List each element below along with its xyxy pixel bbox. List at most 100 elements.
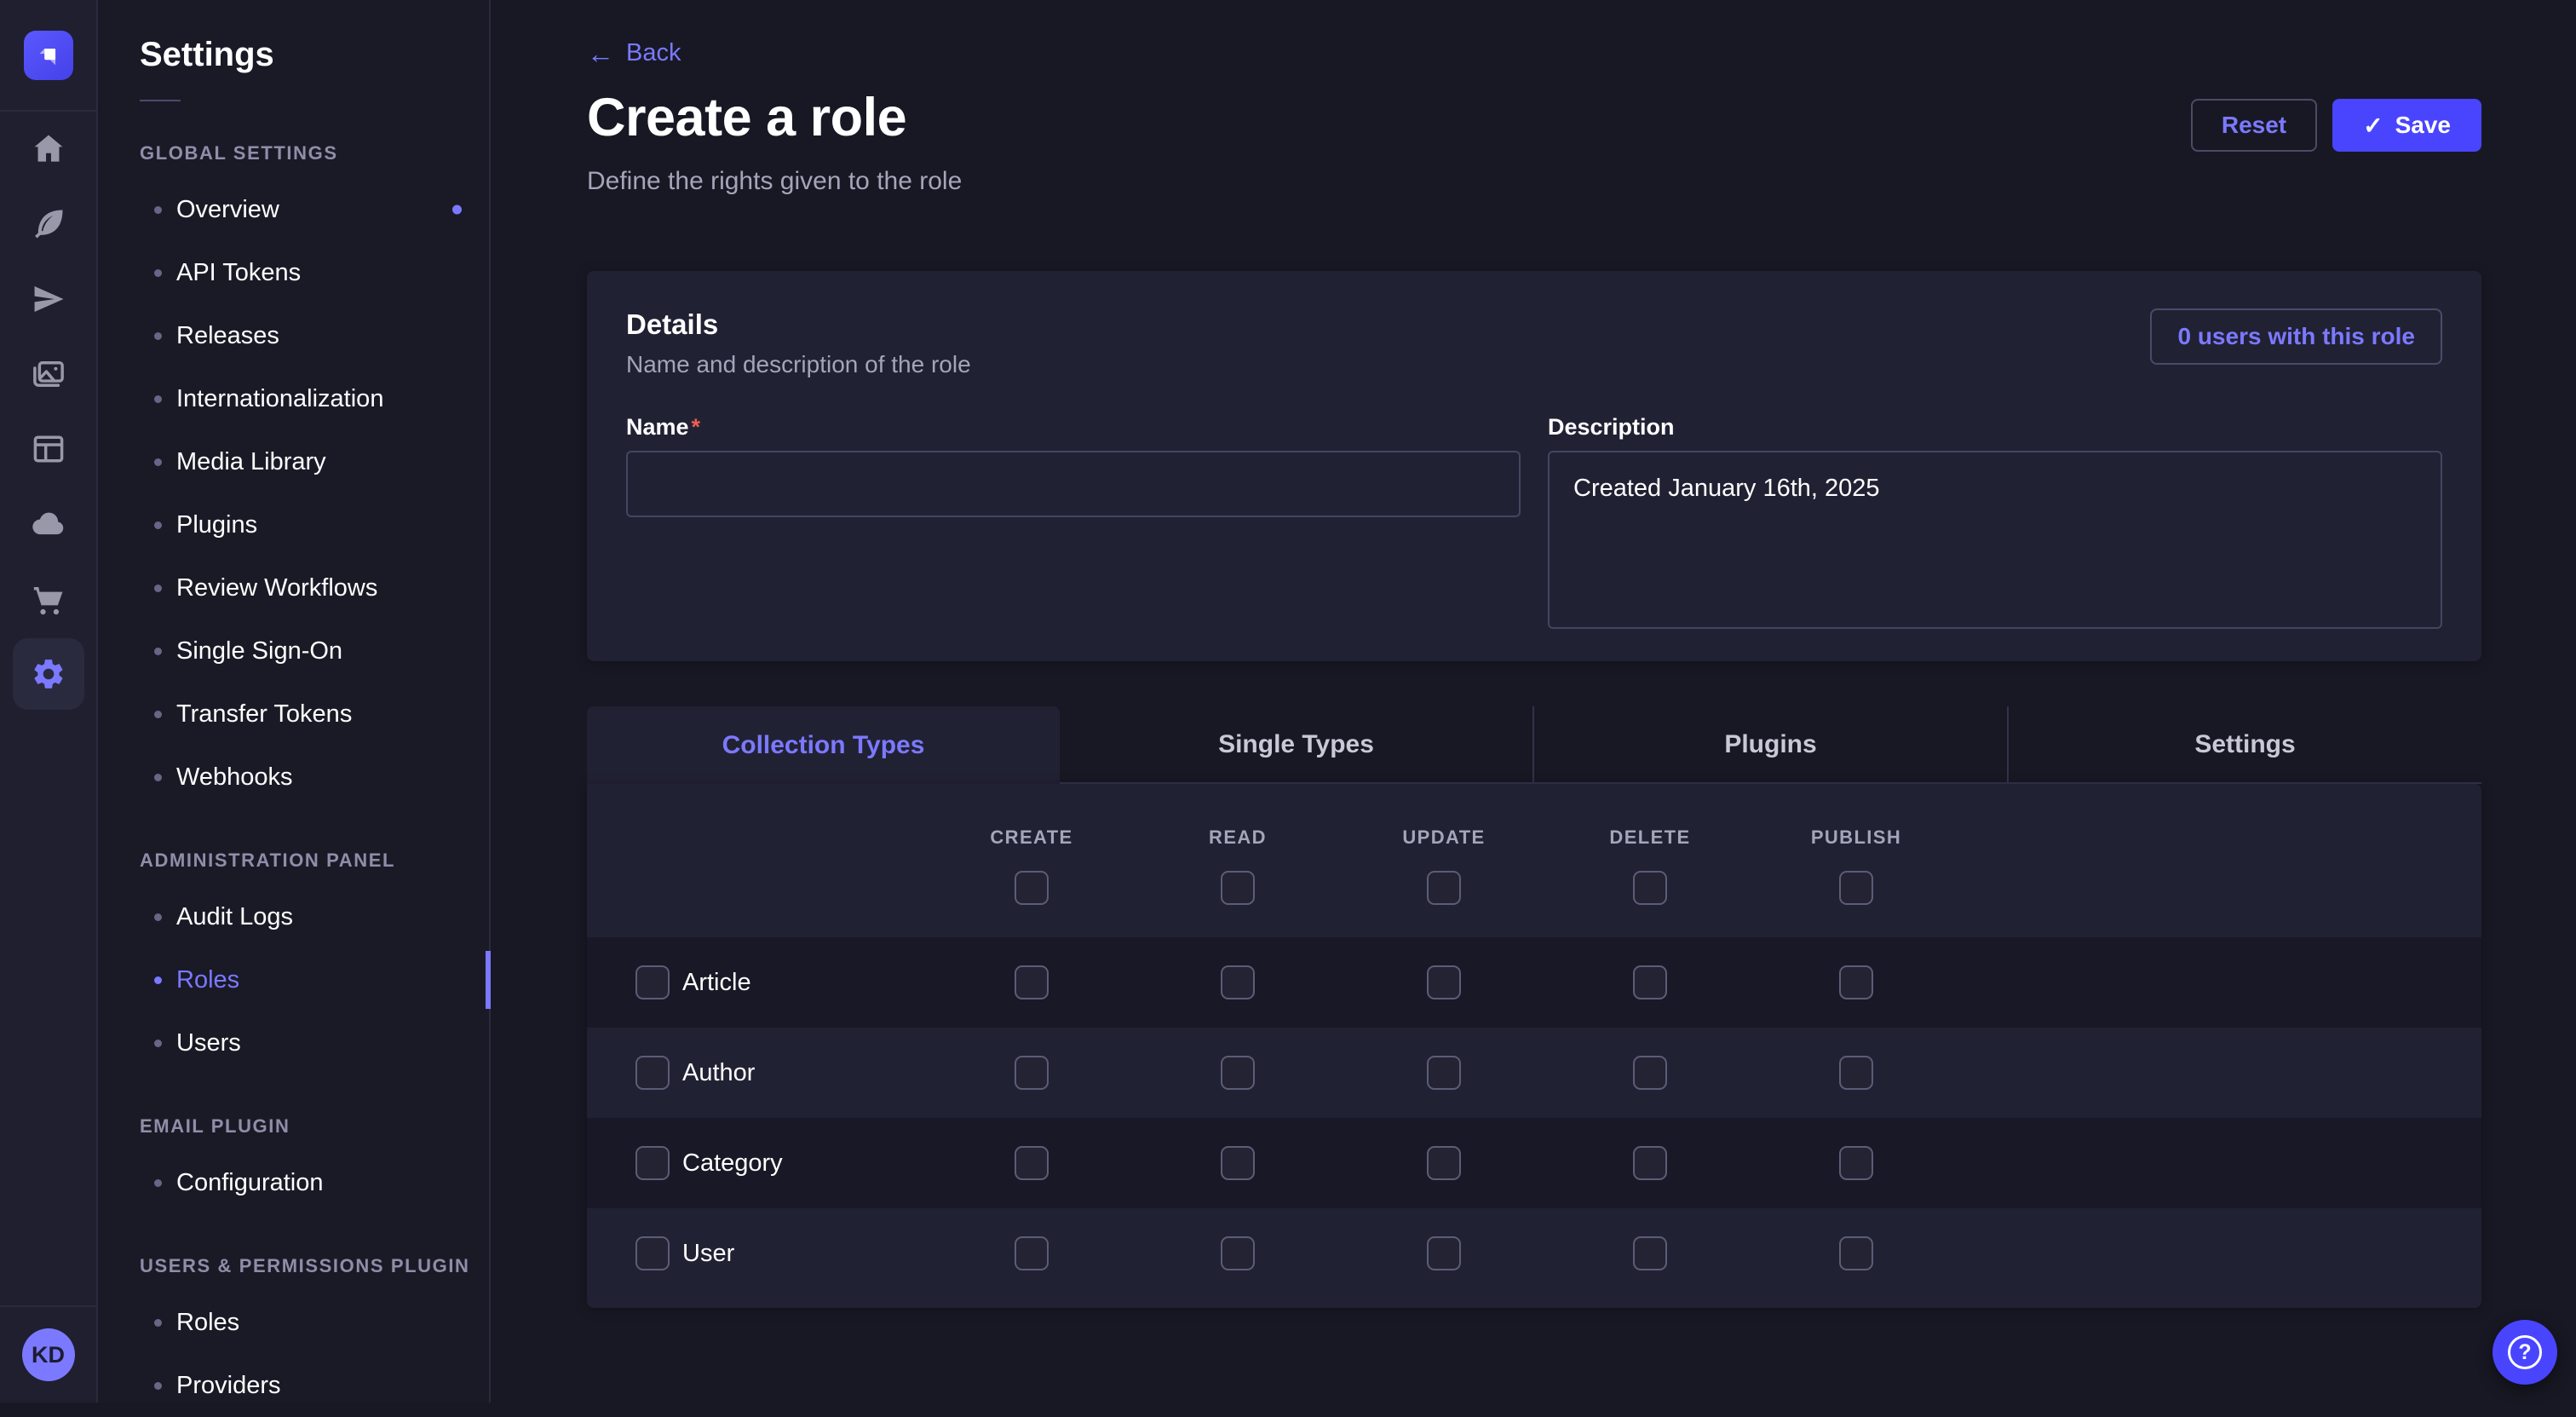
sidebar-item-roles-up[interactable]: Roles (100, 1291, 489, 1354)
sidebar-item-internationalization[interactable]: Internationalization (100, 367, 489, 430)
user-avatar[interactable]: KD (22, 1328, 75, 1381)
category-delete-checkbox[interactable] (1633, 1146, 1667, 1180)
category-read-checkbox[interactable] (1221, 1146, 1255, 1180)
user-read-checkbox[interactable] (1221, 1236, 1255, 1270)
user-create-checkbox[interactable] (1015, 1236, 1049, 1270)
help-button[interactable]: ? (2493, 1320, 2557, 1385)
sidebar-item-single-sign-on[interactable]: Single Sign-On (100, 619, 489, 683)
sidebar-item-roles-admin[interactable]: Roles (100, 948, 489, 1011)
page-title: Create a role (587, 87, 906, 148)
select-all-delete-checkbox[interactable] (1633, 871, 1667, 905)
select-all-read-checkbox[interactable] (1221, 871, 1255, 905)
article-read-checkbox[interactable] (1221, 965, 1255, 999)
author-publish-checkbox[interactable] (1839, 1056, 1873, 1090)
save-button[interactable]: ✓ Save (2332, 99, 2481, 152)
row-select-checkbox[interactable] (635, 1146, 670, 1180)
bullet-icon (154, 774, 162, 781)
rail-nav (0, 112, 96, 710)
sidebar-section-administration-panel: ADMINISTRATION PANEL Audit Logs Roles Us… (100, 850, 489, 1074)
tab-plugins[interactable]: Plugins (1532, 706, 2007, 784)
author-create-checkbox[interactable] (1015, 1056, 1049, 1090)
user-publish-checkbox[interactable] (1839, 1236, 1873, 1270)
rail-user-section: KD (0, 1305, 96, 1403)
select-all-create-checkbox[interactable] (1015, 871, 1049, 905)
notification-dot (452, 205, 462, 215)
bullet-icon (154, 458, 162, 466)
user-delete-checkbox[interactable] (1633, 1236, 1667, 1270)
author-update-checkbox[interactable] (1427, 1056, 1461, 1090)
back-link[interactable]: ← Back (587, 39, 681, 67)
nav-cloud-button[interactable] (13, 488, 84, 560)
sidebar-item-api-tokens[interactable]: API Tokens (100, 241, 489, 304)
article-delete-checkbox[interactable] (1633, 965, 1667, 999)
sidebar-item-audit-logs[interactable]: Audit Logs (100, 885, 489, 948)
sidebar-item-transfer-tokens[interactable]: Transfer Tokens (100, 683, 489, 746)
sidebar-item-releases[interactable]: Releases (100, 304, 489, 367)
row-select-checkbox[interactable] (635, 1236, 670, 1270)
select-all-update-checkbox[interactable] (1427, 871, 1461, 905)
sidebar-title-divider (140, 100, 181, 101)
details-title: Details (626, 308, 971, 341)
check-icon: ✓ (2363, 112, 2383, 140)
required-asterisk: * (692, 414, 701, 440)
sidebar-item-media-library[interactable]: Media Library (100, 430, 489, 493)
row-select-checkbox[interactable] (635, 965, 670, 999)
author-delete-checkbox[interactable] (1633, 1056, 1667, 1090)
name-input[interactable] (626, 451, 1521, 517)
cloud-icon (30, 505, 67, 543)
row-label: Category (682, 1149, 783, 1178)
user-update-checkbox[interactable] (1427, 1236, 1461, 1270)
sidebar-item-label: Internationalization (176, 385, 383, 413)
nav-content-type-builder-button[interactable] (13, 413, 84, 485)
section-header: GLOBAL SETTINGS (140, 142, 489, 164)
sidebar-item-providers[interactable]: Providers (100, 1354, 489, 1417)
sidebar-item-plugins[interactable]: Plugins (100, 493, 489, 556)
strapi-logo-glyph (34, 41, 63, 70)
category-publish-checkbox[interactable] (1839, 1146, 1873, 1180)
section-header: USERS & PERMISSIONS PLUGIN (140, 1255, 489, 1277)
bullet-icon (154, 1382, 162, 1390)
sidebar-item-label: Providers (176, 1372, 281, 1400)
nav-content-manager-button[interactable] (13, 188, 84, 260)
nav-deploy-button[interactable] (13, 263, 84, 335)
article-update-checkbox[interactable] (1427, 965, 1461, 999)
tab-settings[interactable]: Settings (2007, 706, 2481, 784)
tab-collection-types[interactable]: Collection Types (587, 706, 1060, 784)
sidebar-item-review-workflows[interactable]: Review Workflows (100, 556, 489, 619)
sidebar-item-configuration[interactable]: Configuration (100, 1151, 489, 1214)
question-mark-icon: ? (2508, 1335, 2542, 1369)
author-read-checkbox[interactable] (1221, 1056, 1255, 1090)
description-textarea[interactable]: Created January 16th, 2025 (1548, 451, 2442, 629)
row-label: Author (682, 1059, 755, 1087)
nav-media-library-button[interactable] (13, 338, 84, 410)
table-row-author: Author (587, 1028, 2481, 1118)
sidebar-item-label: Overview (176, 196, 279, 224)
bullet-icon (154, 711, 162, 718)
sidebar-item-users[interactable]: Users (100, 1011, 489, 1074)
bullet-icon (154, 1179, 162, 1187)
category-update-checkbox[interactable] (1427, 1146, 1461, 1180)
sidebar-item-overview[interactable]: Overview (100, 178, 489, 241)
article-publish-checkbox[interactable] (1839, 965, 1873, 999)
sidebar-item-webhooks[interactable]: Webhooks (100, 746, 489, 809)
save-label: Save (2395, 112, 2451, 139)
home-icon (30, 130, 67, 168)
nav-marketplace-button[interactable] (13, 563, 84, 635)
name-field-group: Name* (626, 414, 1521, 629)
nav-home-button[interactable] (13, 113, 84, 185)
reset-button[interactable]: Reset (2191, 99, 2317, 152)
shopping-cart-icon (31, 581, 66, 617)
category-create-checkbox[interactable] (1015, 1146, 1049, 1180)
tab-single-types[interactable]: Single Types (1060, 706, 1532, 784)
strapi-logo-icon (24, 31, 73, 80)
bullet-icon (154, 648, 162, 655)
sidebar-item-label: Releases (176, 322, 279, 350)
users-with-role-button[interactable]: 0 users with this role (2150, 308, 2442, 365)
article-create-checkbox[interactable] (1015, 965, 1049, 999)
select-all-publish-checkbox[interactable] (1839, 871, 1873, 905)
workspace-logo-box[interactable] (0, 0, 96, 112)
bullet-icon (154, 1040, 162, 1047)
nav-settings-button[interactable] (13, 638, 84, 710)
row-select-checkbox[interactable] (635, 1056, 670, 1090)
column-header-create: CREATE (990, 827, 1072, 849)
